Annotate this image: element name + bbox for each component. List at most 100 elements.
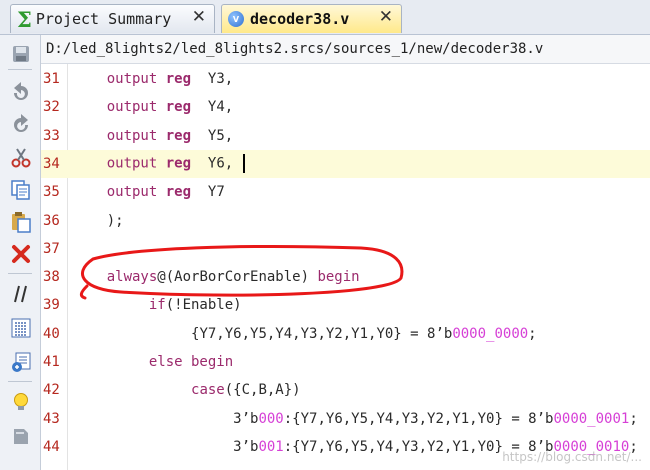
code-text: always@(AorBorCorEnable) begin	[73, 269, 360, 285]
insert-template-icon[interactable]	[10, 351, 32, 373]
code-token: (!Enable)	[165, 297, 242, 314]
code-token: reg	[165, 71, 192, 87]
code-token: ;	[528, 325, 537, 342]
code-line[interactable]: 41 else begin	[41, 348, 650, 376]
tab-project-summary[interactable]: Σ Project Summary ✕	[10, 4, 215, 33]
line-number: 35	[43, 184, 60, 201]
code-token: ;	[629, 410, 638, 427]
paste-icon[interactable]	[10, 211, 32, 233]
code-token: reg	[165, 127, 192, 144]
code-token: :{Y7,Y6,Y5,Y4,Y3,Y2,Y1,Y0} = 8’b	[283, 410, 554, 427]
code-token: 001	[258, 438, 284, 455]
line-number: 39	[43, 297, 60, 314]
code-line[interactable]: 38 always@(AorBorCorEnable) begin	[41, 263, 650, 291]
save-icon[interactable]	[10, 43, 32, 65]
code-line[interactable]: 35 output reg Y7	[41, 178, 650, 206]
sigma-icon: Σ	[17, 6, 32, 32]
code-token: reg	[165, 184, 192, 201]
code-token: );	[106, 212, 124, 229]
redo-icon[interactable]	[10, 113, 32, 135]
tab-label: decoder38.v	[250, 10, 350, 28]
code-token: output	[106, 99, 166, 116]
code-line[interactable]: 42 case({C,B,A})	[41, 376, 650, 404]
code-line[interactable]: 36 );	[41, 207, 650, 235]
code-text: case({C,B,A})	[73, 382, 301, 398]
code-line[interactable]: 34 output reg Y6,	[41, 149, 650, 178]
verilog-file-icon: V	[228, 11, 244, 27]
tab-label: Project Summary	[35, 10, 172, 28]
code-token: 3’b	[233, 410, 259, 427]
copy-icon[interactable]	[10, 179, 32, 201]
code-line[interactable]: 37	[41, 235, 650, 263]
file-path: D:/led_8lights2/led_8lights2.srcs/source…	[41, 35, 650, 64]
code-text: if(!Enable)	[73, 297, 242, 313]
code-line[interactable]: 33 output reg Y5,	[41, 122, 650, 150]
code-token: output	[106, 127, 166, 144]
code-token: reg	[165, 155, 192, 172]
code-editor[interactable]: 31 output reg Y3, 32 output reg Y4, 33 out…	[41, 64, 650, 470]
code-line[interactable]: 39 if(!Enable)	[41, 291, 650, 319]
line-number: 33	[43, 127, 60, 144]
line-number: 42	[43, 382, 60, 399]
code-token: begin	[317, 269, 360, 286]
code-text: 3’b000:{Y7,Y6,Y5,Y4,Y3,Y2,Y1,Y0} = 8’b00…	[73, 411, 638, 427]
code-token: case	[191, 382, 225, 399]
line-number: 43	[43, 410, 60, 427]
line-number: 44	[43, 438, 60, 455]
editor-tab-bar: Σ Project Summary ✕ V decoder38.v ✕	[0, 0, 650, 35]
format-icon[interactable]	[10, 317, 32, 339]
code-line[interactable]: 40 {Y7,Y6,Y5,Y4,Y3,Y2,Y1,Y0} = 8’b0000_0…	[41, 320, 650, 348]
code-token: ({C,B,A})	[224, 382, 301, 399]
code-line[interactable]: 32 output reg Y4,	[41, 93, 650, 121]
line-number: 36	[43, 212, 60, 229]
close-icon[interactable]: ✕	[192, 9, 206, 26]
tab-decoder38[interactable]: V decoder38.v ✕	[221, 4, 402, 33]
comment-icon[interactable]	[10, 283, 32, 305]
code-token: output	[106, 71, 166, 87]
undo-icon[interactable]	[10, 81, 32, 103]
code-token: output	[106, 155, 166, 172]
settings-icon[interactable]	[10, 425, 32, 447]
code-token: Y3,	[191, 71, 234, 87]
code-text: output reg Y6,	[73, 154, 246, 174]
cut-icon[interactable]	[10, 147, 32, 169]
watermark-text: https://blog.csdn.net/...	[502, 450, 642, 464]
lightbulb-icon[interactable]	[10, 391, 32, 413]
code-text: );	[73, 213, 124, 229]
code-token: Y5,	[191, 127, 234, 144]
code-text: else begin	[73, 354, 233, 370]
editor-toolbar	[0, 35, 41, 470]
code-token: {Y7,Y6,Y5,Y4,Y3,Y2,Y1,Y0} = 8’b	[191, 325, 453, 342]
code-token: @(AorBorCorEnable)	[157, 269, 318, 286]
line-number: 38	[43, 269, 60, 286]
code-token: output	[106, 184, 166, 201]
code-token: if	[148, 297, 166, 314]
text-caret	[243, 154, 246, 174]
code-token: 000	[258, 410, 284, 427]
code-line[interactable]: 43 3’b000:{Y7,Y6,Y5,Y4,Y3,Y2,Y1,Y0} = 8’…	[41, 405, 650, 433]
code-line[interactable]: 31 output reg Y3,	[41, 65, 650, 93]
code-token: always	[106, 269, 158, 286]
code-text: output reg Y7	[73, 184, 225, 200]
line-number: 32	[43, 99, 60, 116]
code-token: else begin	[148, 354, 234, 370]
line-number: 34	[43, 155, 60, 172]
code-token: Y4,	[191, 99, 234, 116]
code-token: 0000_0001	[553, 410, 630, 427]
code-text: output reg Y3,	[73, 71, 233, 87]
delete-icon[interactable]	[10, 243, 32, 265]
close-icon[interactable]: ✕	[379, 9, 393, 26]
code-token: Y6,	[191, 155, 234, 172]
line-number: 40	[43, 325, 60, 342]
